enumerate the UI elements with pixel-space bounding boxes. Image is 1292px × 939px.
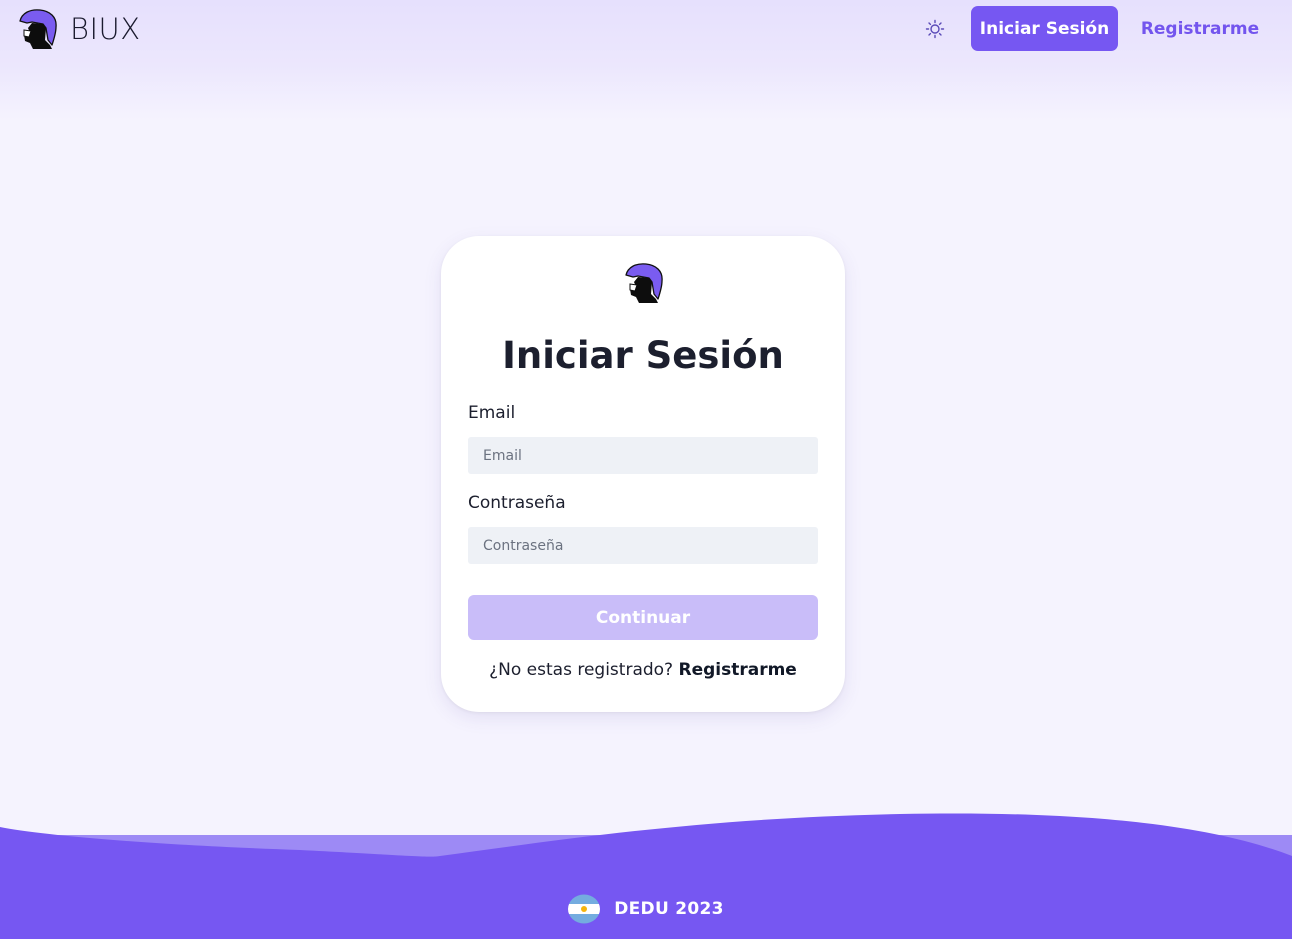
- email-input[interactable]: [468, 437, 818, 474]
- helmet-logo-icon: [622, 263, 664, 303]
- brand-name: BIUX: [70, 12, 141, 46]
- top-navbar: BIUX Iniciar Sesión Registrarme: [0, 0, 1292, 120]
- footer: DEDU 2023: [0, 892, 1292, 926]
- signup-prompt-text: ¿No estas registrado?: [489, 660, 674, 680]
- sun-icon: [925, 19, 945, 39]
- helmet-logo-icon: [16, 9, 58, 49]
- nav-register-link[interactable]: Registrarme: [1132, 6, 1268, 51]
- email-label: Email: [468, 403, 516, 423]
- login-title: Iniciar Sesión: [502, 334, 784, 377]
- theme-toggle-button[interactable]: [922, 16, 948, 42]
- password-label: Contraseña: [468, 493, 566, 513]
- password-input[interactable]: [468, 527, 818, 564]
- footer-text: DEDU 2023: [614, 899, 724, 919]
- nav-login-button[interactable]: Iniciar Sesión: [971, 6, 1118, 51]
- continue-button[interactable]: Continuar: [468, 595, 818, 640]
- argentina-flag-icon: [568, 894, 601, 924]
- brand-logo-link[interactable]: BIUX: [16, 9, 141, 49]
- login-card: Iniciar Sesión Email Contraseña Continua…: [441, 236, 845, 712]
- signup-prompt-line: ¿No estas registrado? Registrarme: [441, 660, 845, 680]
- signup-link[interactable]: Registrarme: [678, 660, 796, 680]
